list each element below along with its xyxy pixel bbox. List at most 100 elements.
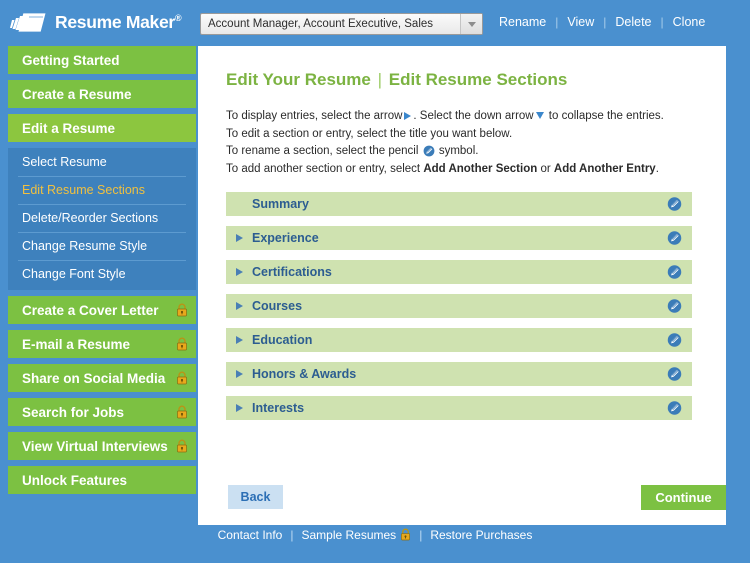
instruction-text: or [540, 162, 551, 175]
page-title-part1: Edit Your Resume [226, 70, 371, 89]
section-row-courses[interactable]: Courses [226, 294, 692, 318]
instruction-line-3: To rename a section, select the pencil s… [226, 143, 726, 161]
section-row-honors-awards[interactable]: Honors & Awards [226, 362, 692, 386]
instruction-text: To display entries, select the arrow [226, 110, 403, 122]
sidebar-subitem-change-font-style[interactable]: Change Font Style [8, 260, 196, 288]
sidebar-item-create-a-resume[interactable]: Create a Resume [8, 80, 196, 108]
restore-purchases-link[interactable]: Restore Purchases [430, 528, 532, 542]
pencil-edit-icon[interactable] [667, 231, 682, 246]
pages-stack-icon [10, 12, 47, 32]
section-label: Courses [252, 299, 303, 313]
padlock-icon [177, 303, 187, 317]
sidebar-subitem-label: Delete/Reorder Sections [22, 211, 159, 225]
brand-name: Resume Maker® [55, 12, 182, 32]
resume-sections-list: Summary Experience Certifications Course… [226, 192, 692, 420]
sidebar-item-search-for-jobs[interactable]: Search for Jobs [8, 398, 196, 426]
triangle-right-icon[interactable] [226, 302, 252, 310]
page-title-part2: Edit Resume Sections [388, 70, 568, 89]
instruction-text: symbol. [438, 145, 479, 157]
instruction-text: To rename a section, select the pencil [226, 145, 419, 157]
section-row-education[interactable]: Education [226, 328, 692, 352]
sidebar-item-create-a-cover-letter[interactable]: Create a Cover Letter [8, 296, 196, 324]
sidebar-item-email-a-resume[interactable]: E-mail a Resume [8, 330, 196, 358]
pencil-edit-icon[interactable] [667, 197, 682, 212]
resume-select[interactable]: Account Manager, Account Executive, Sale… [200, 13, 483, 35]
pencil-edit-icon[interactable] [667, 401, 682, 416]
triangle-right-icon[interactable] [226, 336, 252, 344]
sidebar-subitem-delete-reorder-sections[interactable]: Delete/Reorder Sections [8, 204, 196, 232]
sidebar-subitem-label: Select Resume [22, 155, 107, 169]
section-label: Experience [252, 231, 319, 245]
triangle-right-icon[interactable] [226, 268, 252, 276]
sample-resumes-label: Sample Resumes [301, 528, 397, 542]
sidebar-item-unlock-features[interactable]: Unlock Features [8, 466, 196, 494]
section-label: Interests [252, 401, 305, 415]
sidebar-subitem-select-resume[interactable]: Select Resume [8, 148, 196, 176]
section-label: Certifications [252, 265, 332, 279]
sidebar-item-label: Share on Social Media [22, 370, 166, 386]
triangle-right-icon[interactable] [226, 404, 252, 412]
sample-resumes-link[interactable]: Sample Resumes [301, 528, 411, 542]
sidebar-subnav: Select Resume Edit Resume Sections Delet… [8, 148, 196, 290]
footer-separator: | [419, 528, 423, 542]
sidebar-subitem-label: Edit Resume Sections [22, 183, 145, 197]
section-row-interests[interactable]: Interests [226, 396, 692, 420]
sidebar-item-label: E-mail a Resume [22, 336, 131, 352]
contact-info-link[interactable]: Contact Info [218, 528, 283, 542]
sidebar-subitem-change-resume-style[interactable]: Change Resume Style [8, 232, 196, 260]
pencil-edit-icon[interactable] [667, 367, 682, 382]
padlock-icon [177, 337, 187, 351]
sidebar-subitem-label: Change Resume Style [22, 239, 148, 253]
sidebar: Getting Started Create a Resume Edit a R… [8, 46, 196, 500]
padlock-icon [177, 439, 187, 453]
footer-separator: | [290, 528, 294, 542]
sidebar-item-share-on-social-media[interactable]: Share on Social Media [8, 364, 196, 392]
top-bar: Resume Maker® Account Manager, Account E… [0, 0, 750, 45]
sidebar-item-edit-a-resume[interactable]: Edit a Resume [8, 114, 196, 142]
app-window: Resume Maker® Account Manager, Account E… [0, 0, 750, 563]
app-logo: Resume Maker® [10, 11, 182, 35]
pencil-edit-icon[interactable] [667, 265, 682, 280]
instruction-line-4: To add another section or entry, select … [226, 161, 726, 179]
continue-button[interactable]: Continue [641, 485, 726, 510]
instruction-text: . [655, 162, 659, 175]
pencil-edit-icon[interactable] [667, 299, 682, 314]
section-label: Summary [252, 197, 309, 211]
instruction-text: to collapse the entries. [548, 110, 664, 122]
section-label: Honors & Awards [252, 367, 357, 381]
sidebar-item-label: Create a Cover Letter [22, 302, 159, 318]
pencil-edit-icon[interactable] [667, 333, 682, 348]
sidebar-subitem-edit-resume-sections[interactable]: Edit Resume Sections [8, 176, 196, 204]
triangle-right-icon[interactable] [226, 370, 252, 378]
instruction-text: To add another section or entry, select [226, 162, 421, 175]
add-another-section-label: Add Another Section [423, 162, 538, 175]
section-row-summary[interactable]: Summary [226, 192, 692, 216]
section-row-certifications[interactable]: Certifications [226, 260, 692, 284]
rename-button[interactable]: Rename [490, 15, 555, 29]
sidebar-item-view-virtual-interviews[interactable]: View Virtual Interviews [8, 432, 196, 460]
sidebar-item-label: Edit a Resume [22, 120, 116, 136]
sidebar-item-label: Create a Resume [22, 86, 132, 102]
view-button[interactable]: View [558, 15, 603, 29]
sidebar-subitem-label: Change Font Style [22, 267, 126, 281]
clone-button[interactable]: Clone [664, 15, 715, 29]
delete-button[interactable]: Delete [606, 15, 660, 29]
chevron-down-icon[interactable] [460, 14, 482, 34]
instructions-block: To display entries, select the arrow . Se… [226, 108, 726, 178]
instruction-line-1: To display entries, select the arrow . Se… [226, 108, 726, 126]
section-label: Education [252, 333, 313, 347]
back-button[interactable]: Back [228, 485, 283, 509]
resume-actions: Rename | View | Delete | Clone [490, 15, 714, 29]
sidebar-item-label: Getting Started [22, 52, 120, 68]
sidebar-item-label: Search for Jobs [22, 404, 125, 420]
triangle-down-icon [535, 112, 544, 120]
sidebar-item-getting-started[interactable]: Getting Started [8, 46, 196, 74]
triangle-right-icon [404, 111, 412, 120]
padlock-icon [401, 528, 411, 541]
resume-select-value: Account Manager, Account Executive, Sale… [208, 18, 434, 30]
sidebar-item-label: Unlock Features [22, 472, 128, 488]
triangle-right-icon[interactable] [226, 234, 252, 242]
main-panel: Edit Your Resume | Edit Resume Sections … [198, 46, 726, 525]
section-row-experience[interactable]: Experience [226, 226, 692, 250]
pencil-edit-icon [423, 145, 435, 157]
